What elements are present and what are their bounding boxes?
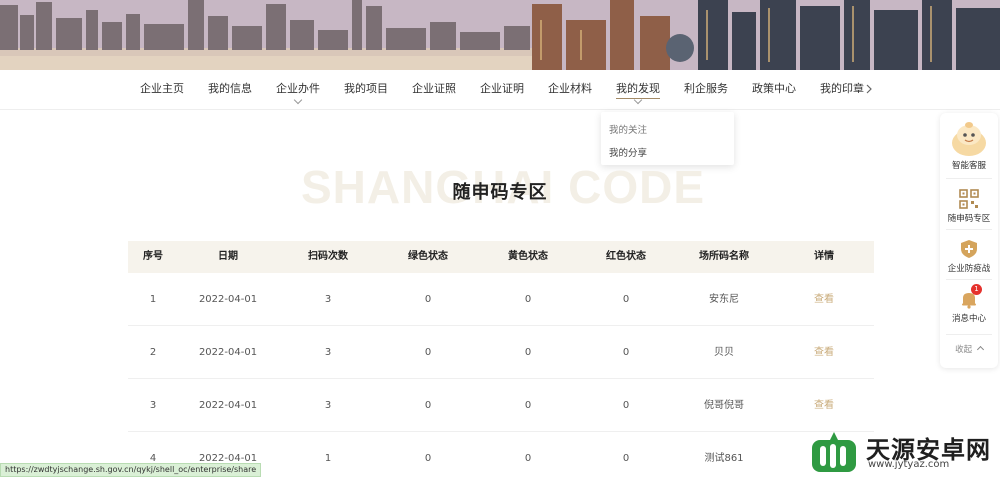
cell-date: 2022-04-01 <box>198 400 258 411</box>
cell-red: 0 <box>622 294 630 305</box>
cell-date: 2022-04-01 <box>198 294 258 305</box>
dropdown-item-my-shares[interactable]: 我的分享 <box>609 145 647 159</box>
top-nav: 企业主页 我的信息 企业办件 我的项目 企业证照 企业证明 企业材料 我的发现 … <box>0 70 1000 110</box>
site-watermark: 天源安卓网 www.jytyaz.com <box>808 430 998 476</box>
sidebar-item-smart-service[interactable]: 智能客服 <box>940 119 998 171</box>
column-header-yellow-status: 黄色状态 <box>508 251 548 262</box>
cell-index: 2 <box>149 347 157 358</box>
view-details-link[interactable]: 查看 <box>774 379 874 432</box>
city-skyline-banner <box>0 0 1000 70</box>
table-header-row: 序号 日期 扫码次数 绿色状态 黄色状态 红色状态 场所码名称 详情 <box>128 241 874 273</box>
cell-green: 0 <box>424 453 432 464</box>
cell-place-name: 安东尼 <box>709 294 739 305</box>
sidebar-divider <box>946 334 992 335</box>
cell-scan-count: 3 <box>324 294 332 305</box>
cell-place-name: 贝贝 <box>714 347 734 358</box>
column-header-green-status: 绿色状态 <box>408 251 448 262</box>
chevron-right-icon[interactable] <box>864 84 874 94</box>
cell-place-name: 测试861 <box>704 453 744 464</box>
cell-green: 0 <box>424 347 432 358</box>
column-header-red-status: 红色状态 <box>606 251 646 262</box>
nav-item-enterprise-affairs[interactable]: 企业办件 <box>276 70 320 110</box>
cell-yellow: 0 <box>524 400 532 411</box>
cell-red: 0 <box>622 453 630 464</box>
nav-item-certificates[interactable]: 企业证明 <box>480 70 524 110</box>
view-details-link[interactable]: 查看 <box>774 273 874 326</box>
discovery-dropdown-menu: 我的关注 我的分享 <box>601 112 734 165</box>
sidebar-item-message-center[interactable]: 1 消息中心 <box>940 284 998 324</box>
table-row: 2 2022-04-01 3 0 0 0 贝贝 查看 <box>128 326 874 379</box>
cell-scan-count: 1 <box>324 453 332 464</box>
nav-item-materials[interactable]: 企业材料 <box>548 70 592 110</box>
cell-green: 0 <box>424 294 432 305</box>
nav-item-home[interactable]: 企业主页 <box>140 70 184 110</box>
cell-scan-count: 3 <box>324 347 332 358</box>
column-header-place-code-name: 场所码名称 <box>699 251 749 262</box>
sidebar-divider <box>946 279 992 280</box>
dropdown-item-my-follows[interactable]: 我的关注 <box>609 122 647 136</box>
sidebar-item-label: 消息中心 <box>951 314 986 324</box>
nav-item-my-seals[interactable]: 我的印章 <box>820 70 864 110</box>
notification-badge: 1 <box>971 284 982 295</box>
sidebar-item-epidemic-prevention[interactable]: 企业防疫战 <box>940 239 998 274</box>
column-header-details: 详情 <box>814 251 834 262</box>
cell-yellow: 0 <box>524 294 532 305</box>
nav-item-business-services[interactable]: 利企服务 <box>684 70 728 110</box>
cell-index: 3 <box>149 400 157 411</box>
shield-icon <box>961 240 977 258</box>
nav-item-policy-center[interactable]: 政策中心 <box>752 70 796 110</box>
nav-item-my-projects[interactable]: 我的项目 <box>344 70 388 110</box>
chevron-down-icon <box>633 95 643 105</box>
table-row: 3 2022-04-01 3 0 0 0 倪哥倪哥 查看 <box>128 379 874 432</box>
robot-assistant-icon <box>952 122 986 156</box>
cell-red: 0 <box>622 400 630 411</box>
view-details-link[interactable]: 查看 <box>774 326 874 379</box>
cell-yellow: 0 <box>524 347 532 358</box>
cell-place-name: 倪哥倪哥 <box>704 400 744 411</box>
sidebar-item-label: 随申码专区 <box>947 214 991 224</box>
chevron-down-icon <box>293 95 303 105</box>
table-row: 1 2022-04-01 3 0 0 0 安东尼 查看 <box>128 273 874 326</box>
nav-item-my-info[interactable]: 我的信息 <box>208 70 252 110</box>
sidebar-divider <box>946 229 992 230</box>
scan-records-table: 序号 日期 扫码次数 绿色状态 黄色状态 红色状态 场所码名称 详情 1 202… <box>128 241 874 479</box>
nav-item-licenses[interactable]: 企业证照 <box>412 70 456 110</box>
watermark-site-url: www.jytyaz.com <box>868 459 950 470</box>
cell-index: 1 <box>149 294 157 305</box>
cell-scan-count: 3 <box>324 400 332 411</box>
sidebar-item-label: 智能客服 <box>951 161 986 171</box>
qr-code-icon <box>959 189 979 209</box>
cell-red: 0 <box>622 347 630 358</box>
column-header-date: 日期 <box>218 251 238 262</box>
nav-item-my-discovery[interactable]: 我的发现 <box>616 70 660 110</box>
collapse-label: 收起 <box>955 345 973 355</box>
chevron-up-icon <box>976 345 984 354</box>
sidebar-divider <box>946 178 992 179</box>
cell-green: 0 <box>424 400 432 411</box>
cell-date: 2022-04-01 <box>198 347 258 358</box>
cell-yellow: 0 <box>524 453 532 464</box>
sidebar-item-shanghai-code[interactable]: 随申码专区 <box>940 189 998 224</box>
sidebar-collapse-button[interactable]: 收起 <box>940 343 998 355</box>
android-logo-icon <box>812 432 856 472</box>
page-title: 随申码专区 <box>452 182 548 203</box>
status-bar-url: https://zwdtyjschange.sh.gov.cn/qykj/she… <box>0 463 262 477</box>
floating-sidebar: 智能客服 随申码专区 企业防疫战 1 消息中心 收起 <box>940 113 998 368</box>
column-header-index: 序号 <box>143 251 163 262</box>
sidebar-item-label: 企业防疫战 <box>947 264 991 274</box>
column-header-scan-count: 扫码次数 <box>308 251 348 262</box>
